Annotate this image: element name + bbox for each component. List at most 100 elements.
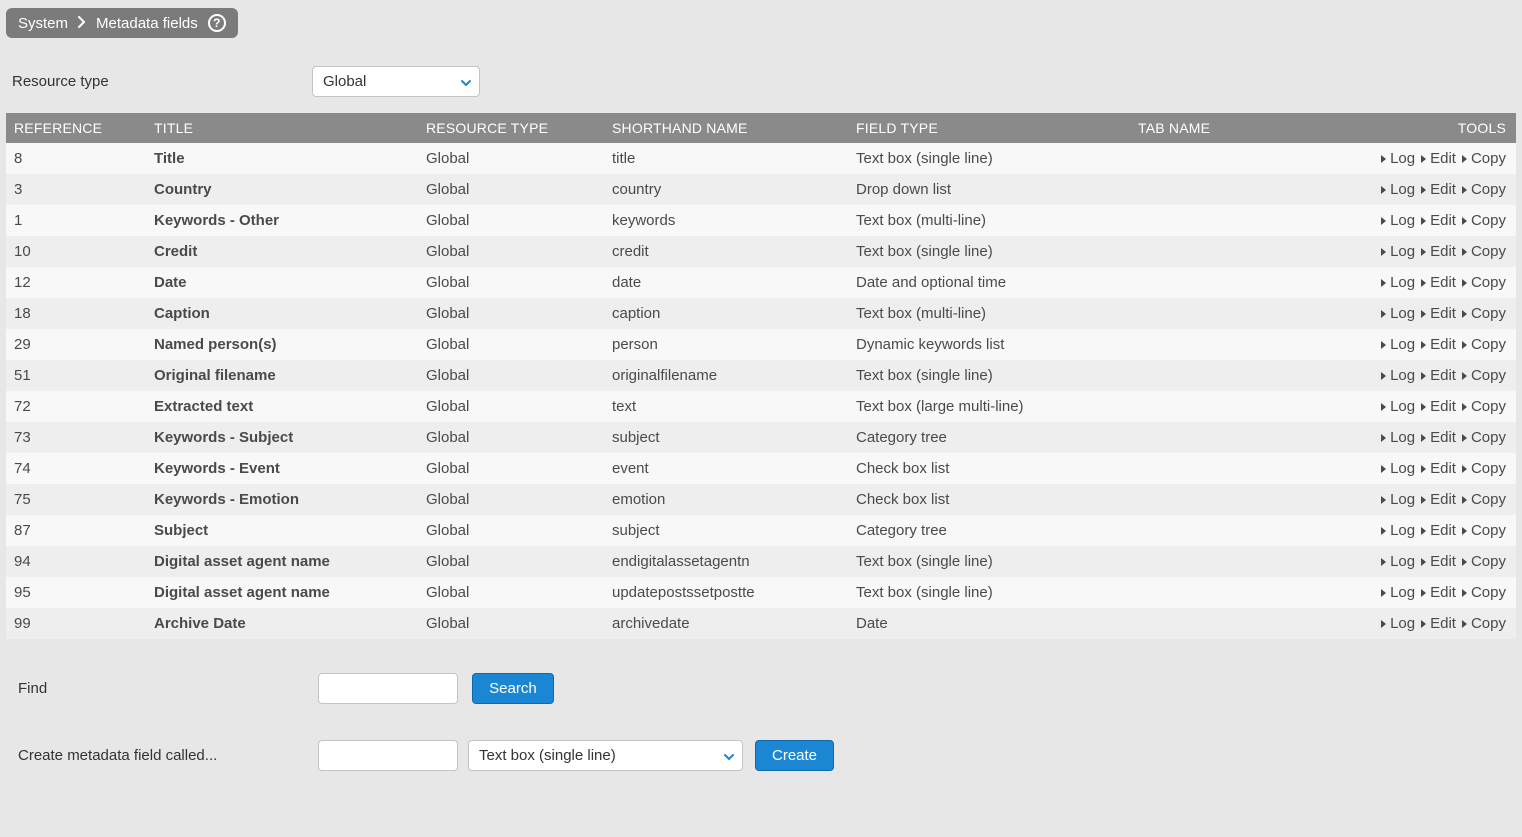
col-title[interactable]: TITLE [146, 113, 418, 143]
log-link[interactable]: Log [1390, 305, 1415, 322]
copy-link[interactable]: Copy [1471, 522, 1506, 539]
field-title-link[interactable]: Caption [154, 305, 210, 322]
caret-right-icon [1462, 186, 1467, 194]
field-title-link[interactable]: Extracted text [154, 398, 253, 415]
log-link[interactable]: Log [1390, 522, 1415, 539]
find-input[interactable] [318, 673, 458, 704]
copy-link[interactable]: Copy [1471, 305, 1506, 322]
col-field-type[interactable]: FIELD TYPE [848, 113, 1130, 143]
cell-tab-name [1130, 143, 1330, 174]
copy-link[interactable]: Copy [1471, 212, 1506, 229]
log-link[interactable]: Log [1390, 584, 1415, 601]
caret-right-icon [1381, 341, 1386, 349]
caret-right-icon [1421, 527, 1426, 535]
field-title-link[interactable]: Subject [154, 522, 208, 539]
field-title-link[interactable]: Keywords - Other [154, 212, 279, 229]
table-row: 29Named person(s)GlobalpersonDynamic key… [6, 329, 1516, 360]
copy-link[interactable]: Copy [1471, 274, 1506, 291]
copy-link[interactable]: Copy [1471, 181, 1506, 198]
field-title-link[interactable]: Credit [154, 243, 197, 260]
copy-link[interactable]: Copy [1471, 491, 1506, 508]
log-link[interactable]: Log [1390, 429, 1415, 446]
field-title-link[interactable]: Original filename [154, 367, 276, 384]
cell-tab-name [1130, 546, 1330, 577]
col-resource-type[interactable]: RESOURCE TYPE [418, 113, 604, 143]
table-row: 99Archive DateGlobalarchivedateDateLogEd… [6, 608, 1516, 639]
caret-right-icon [1381, 403, 1386, 411]
log-link[interactable]: Log [1390, 460, 1415, 477]
caret-right-icon [1421, 496, 1426, 504]
breadcrumb-page[interactable]: Metadata fields [96, 15, 198, 32]
log-link[interactable]: Log [1390, 336, 1415, 353]
edit-link[interactable]: Edit [1430, 336, 1456, 353]
help-icon[interactable]: ? [208, 14, 226, 32]
copy-link[interactable]: Copy [1471, 615, 1506, 632]
log-link[interactable]: Log [1390, 212, 1415, 229]
field-title-link[interactable]: Digital asset agent name [154, 584, 330, 601]
copy-link[interactable]: Copy [1471, 398, 1506, 415]
field-title-link[interactable]: Date [154, 274, 187, 291]
field-title-link[interactable]: Archive Date [154, 615, 246, 632]
copy-link[interactable]: Copy [1471, 584, 1506, 601]
create-type-select[interactable]: Text box (single line) [468, 740, 743, 771]
search-button[interactable]: Search [472, 673, 554, 704]
field-title-link[interactable]: Keywords - Subject [154, 429, 293, 446]
log-link[interactable]: Log [1390, 274, 1415, 291]
copy-link[interactable]: Copy [1471, 367, 1506, 384]
edit-link[interactable]: Edit [1430, 553, 1456, 570]
edit-link[interactable]: Edit [1430, 460, 1456, 477]
log-link[interactable]: Log [1390, 367, 1415, 384]
copy-link[interactable]: Copy [1471, 150, 1506, 167]
caret-right-icon [1421, 403, 1426, 411]
edit-link[interactable]: Edit [1430, 243, 1456, 260]
edit-link[interactable]: Edit [1430, 398, 1456, 415]
field-title-link[interactable]: Digital asset agent name [154, 553, 330, 570]
cell-tab-name [1130, 329, 1330, 360]
create-button[interactable]: Create [755, 740, 834, 771]
edit-link[interactable]: Edit [1430, 522, 1456, 539]
copy-link[interactable]: Copy [1471, 336, 1506, 353]
breadcrumb-system[interactable]: System [18, 15, 68, 32]
log-link[interactable]: Log [1390, 150, 1415, 167]
log-link[interactable]: Log [1390, 398, 1415, 415]
edit-link[interactable]: Edit [1430, 615, 1456, 632]
edit-link[interactable]: Edit [1430, 150, 1456, 167]
log-link[interactable]: Log [1390, 615, 1415, 632]
col-tab-name[interactable]: TAB NAME [1130, 113, 1330, 143]
caret-right-icon [1462, 527, 1467, 535]
field-title-link[interactable]: Keywords - Emotion [154, 491, 299, 508]
field-title-link[interactable]: Title [154, 150, 185, 167]
log-link[interactable]: Log [1390, 181, 1415, 198]
col-shorthand[interactable]: SHORTHAND NAME [604, 113, 848, 143]
copy-link[interactable]: Copy [1471, 460, 1506, 477]
cell-reference: 99 [6, 608, 146, 639]
edit-link[interactable]: Edit [1430, 274, 1456, 291]
log-link[interactable]: Log [1390, 553, 1415, 570]
resource-type-select[interactable]: Global [312, 66, 480, 97]
edit-link[interactable]: Edit [1430, 429, 1456, 446]
edit-link[interactable]: Edit [1430, 305, 1456, 322]
edit-link[interactable]: Edit [1430, 491, 1456, 508]
col-reference[interactable]: REFERENCE [6, 113, 146, 143]
field-title-link[interactable]: Keywords - Event [154, 460, 280, 477]
cell-resource-type: Global [418, 360, 604, 391]
resource-type-row: Resource type Global [6, 56, 1516, 107]
field-title-link[interactable]: Country [154, 181, 212, 198]
log-link[interactable]: Log [1390, 491, 1415, 508]
create-name-input[interactable] [318, 740, 458, 771]
copy-link[interactable]: Copy [1471, 243, 1506, 260]
cell-resource-type: Global [418, 329, 604, 360]
edit-link[interactable]: Edit [1430, 584, 1456, 601]
caret-right-icon [1381, 527, 1386, 535]
table-row: 12DateGlobaldateDate and optional timeLo… [6, 267, 1516, 298]
log-link[interactable]: Log [1390, 243, 1415, 260]
edit-link[interactable]: Edit [1430, 181, 1456, 198]
copy-link[interactable]: Copy [1471, 553, 1506, 570]
caret-right-icon [1381, 496, 1386, 504]
field-title-link[interactable]: Named person(s) [154, 336, 277, 353]
edit-link[interactable]: Edit [1430, 367, 1456, 384]
copy-link[interactable]: Copy [1471, 429, 1506, 446]
edit-link[interactable]: Edit [1430, 212, 1456, 229]
cell-tab-name [1130, 174, 1330, 205]
cell-shorthand: subject [604, 422, 848, 453]
